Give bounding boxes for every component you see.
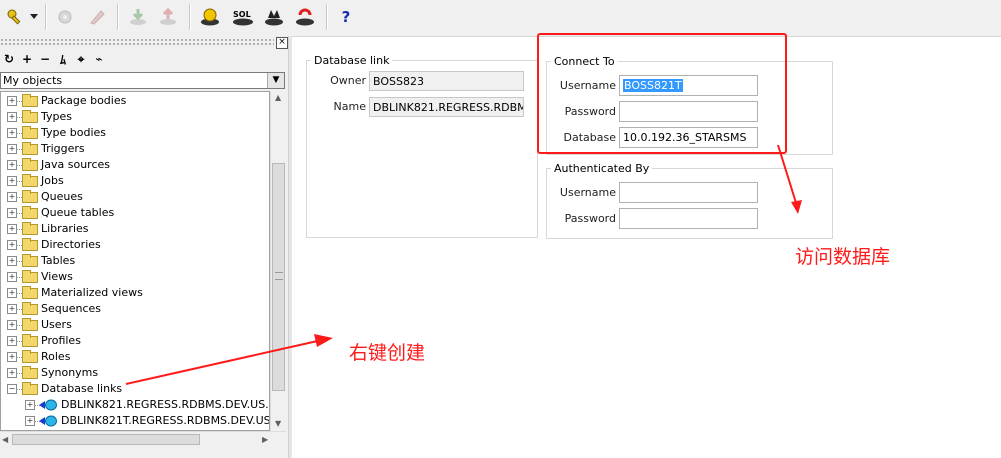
arrowhead-down-icon bbox=[791, 200, 802, 214]
annotation-arrows bbox=[125, 144, 802, 385]
arrowhead-right-icon bbox=[314, 334, 333, 347]
create-note: 右键创建 bbox=[349, 342, 426, 364]
arrow-to-connect-note bbox=[777, 144, 798, 207]
arrow-to-create-note bbox=[125, 339, 323, 385]
connect-note: 访问数据库 bbox=[795, 246, 891, 268]
